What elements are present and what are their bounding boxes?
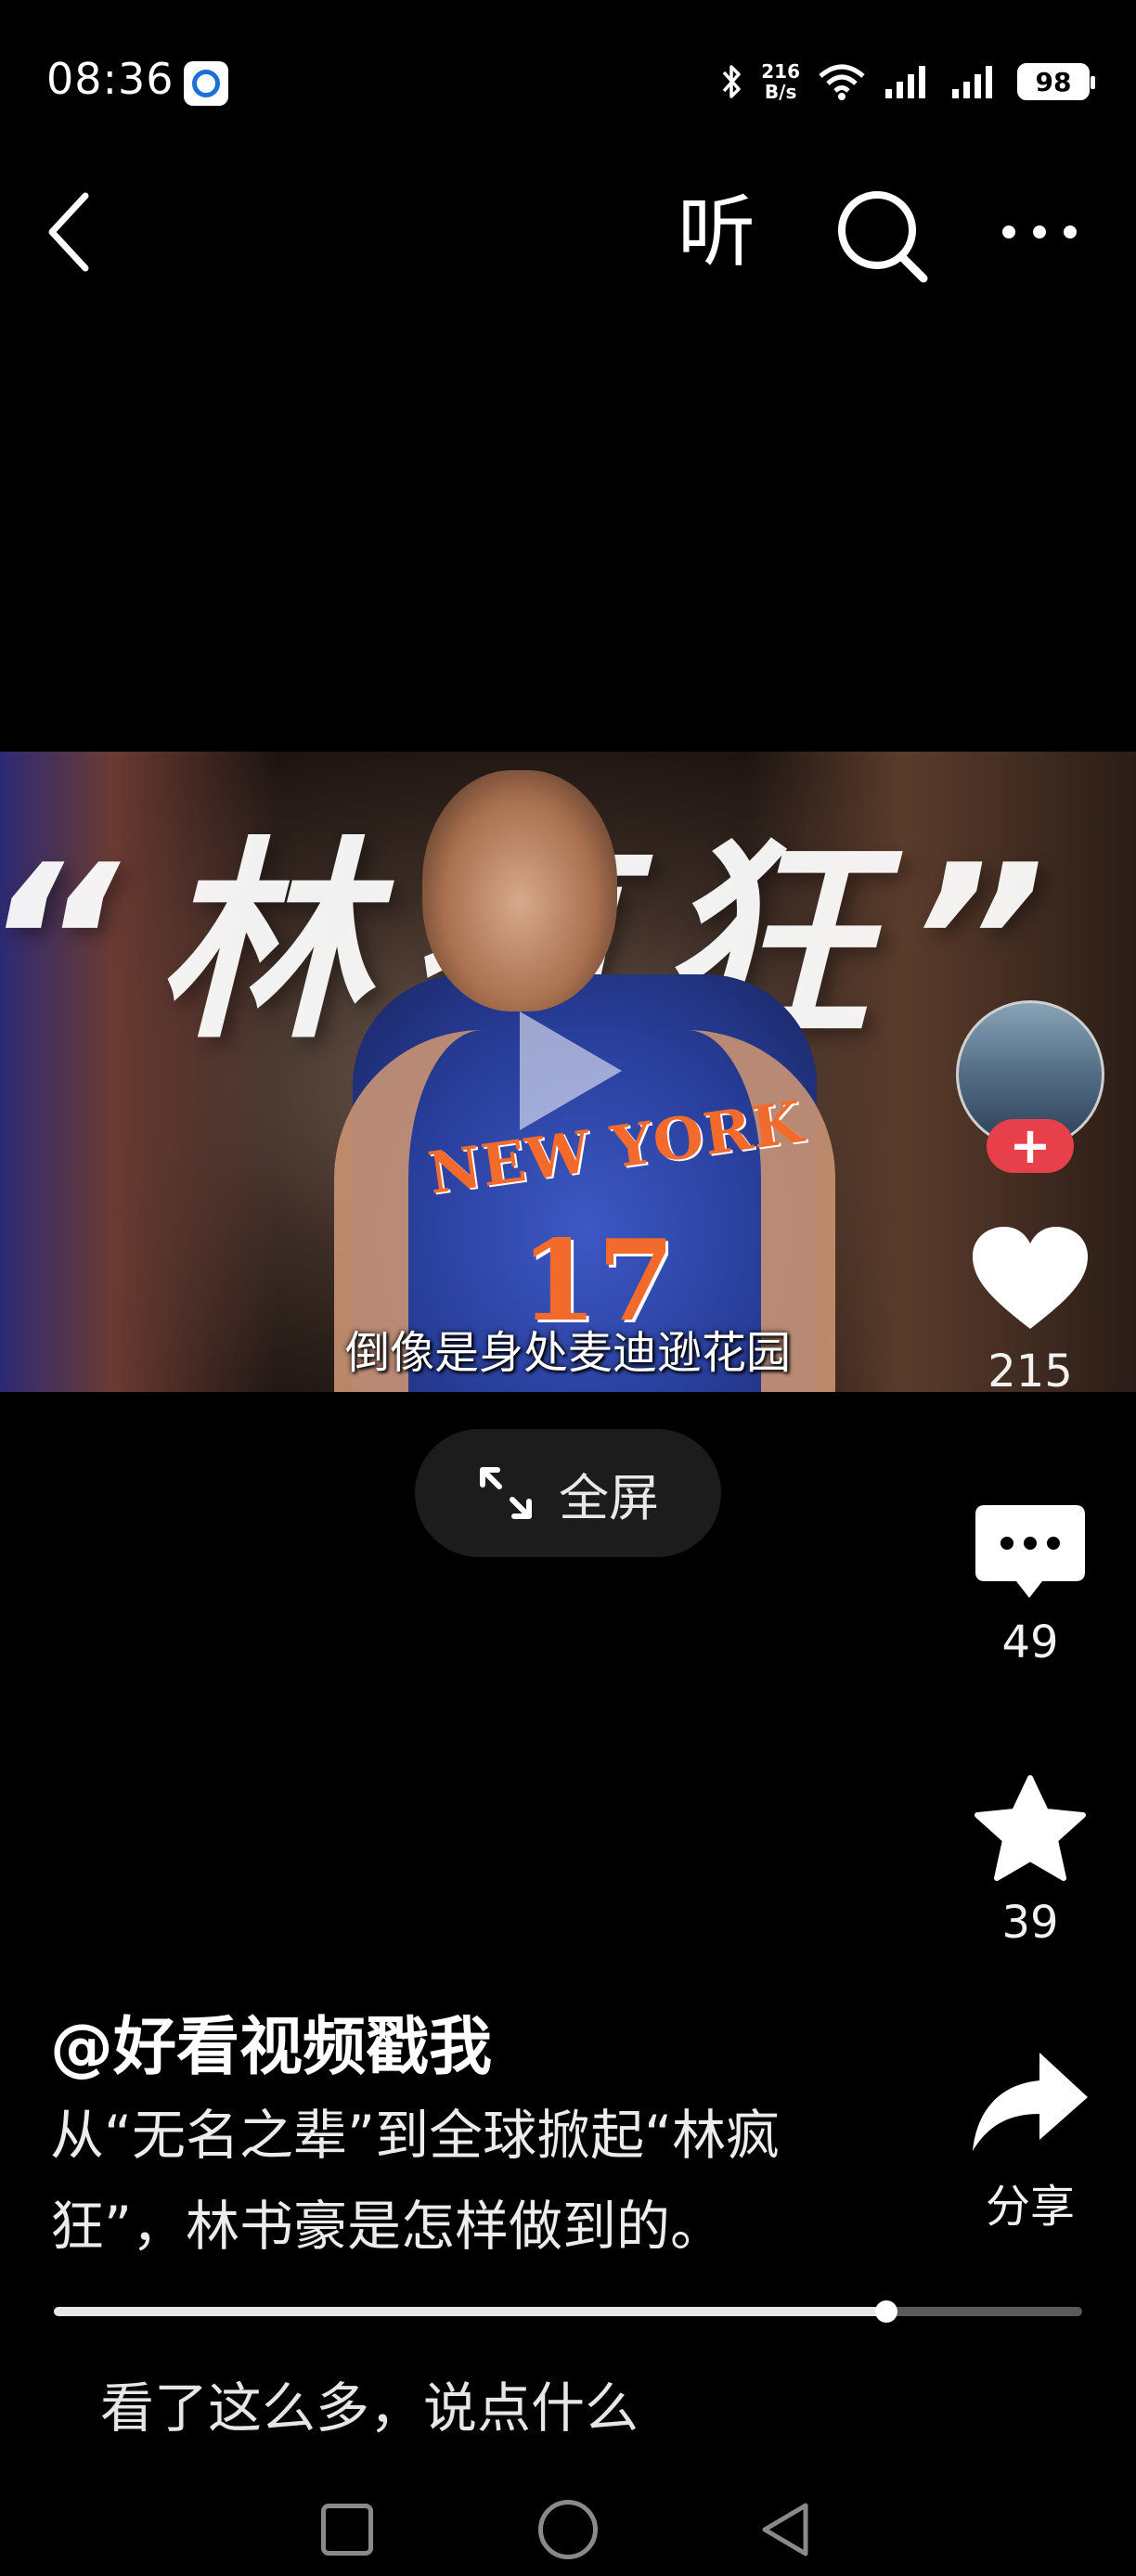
share-label: 分享	[985, 2181, 1075, 2233]
favorite-count: 39	[1001, 1897, 1059, 1949]
heart-icon	[973, 1227, 1088, 1329]
progress-handle[interactable]	[875, 2300, 898, 2323]
status-indicators: 216 B/s 98	[720, 54, 1095, 109]
share-button[interactable]: 分享	[956, 2047, 1104, 2235]
listen-button[interactable]: 听	[678, 182, 755, 282]
chevron-left-icon	[48, 192, 89, 272]
more-dot	[1002, 225, 1015, 238]
share-arrow-icon	[973, 2053, 1088, 2151]
more-dot	[1033, 225, 1046, 238]
bluetooth-icon	[722, 65, 741, 98]
expand-icon	[480, 1467, 532, 1519]
video-description: 从“无名之辈”到全球掀起“林疯 狂”，林书豪是怎样做到的。	[50, 2090, 904, 2272]
comment-count: 49	[1001, 1616, 1059, 1668]
comment-input[interactable]: 看了这么多，说点什么	[100, 2364, 639, 2442]
status-time: 08:36	[46, 54, 174, 104]
fullscreen-button[interactable]: 全屏	[415, 1429, 721, 1557]
author-name[interactable]: @好看视频戳我	[50, 1995, 492, 2087]
signal-icon	[885, 66, 925, 98]
play-icon[interactable]	[520, 1011, 622, 1130]
more-dot	[1064, 225, 1077, 238]
back-button[interactable]	[45, 186, 110, 278]
description-line: 狂”，林书豪是怎样做到的。	[50, 2195, 725, 2258]
app-notification-icon	[184, 61, 228, 106]
comment-button[interactable]: 49	[956, 1501, 1104, 1668]
fullscreen-label: 全屏	[559, 1468, 659, 1527]
favorite-button[interactable]: 39	[956, 1774, 1104, 1949]
follow-button[interactable]: +	[987, 1119, 1074, 1173]
search-button[interactable]	[831, 186, 933, 288]
search-icon	[838, 191, 928, 283]
home-button[interactable]	[538, 2500, 598, 2559]
battery-indicator: 98	[1017, 63, 1095, 100]
comment-icon	[975, 1505, 1085, 1598]
recent-apps-button[interactable]	[321, 2504, 373, 2556]
signal-icon-2	[952, 66, 992, 98]
wifi-icon	[819, 64, 865, 100]
progress-fill	[54, 2307, 887, 2316]
more-options-button[interactable]	[1002, 204, 1077, 260]
video-progress-bar[interactable]	[54, 2300, 1082, 2323]
description-line: 从“无名之辈”到全球掀起“林疯	[50, 2104, 781, 2167]
like-button[interactable]: 215	[956, 1223, 1104, 1397]
network-speed: 216 B/s	[761, 60, 800, 103]
video-player-head	[422, 770, 617, 1011]
system-back-button[interactable]	[757, 2500, 817, 2559]
like-count: 215	[988, 1346, 1073, 1397]
star-icon	[975, 1775, 1086, 1881]
